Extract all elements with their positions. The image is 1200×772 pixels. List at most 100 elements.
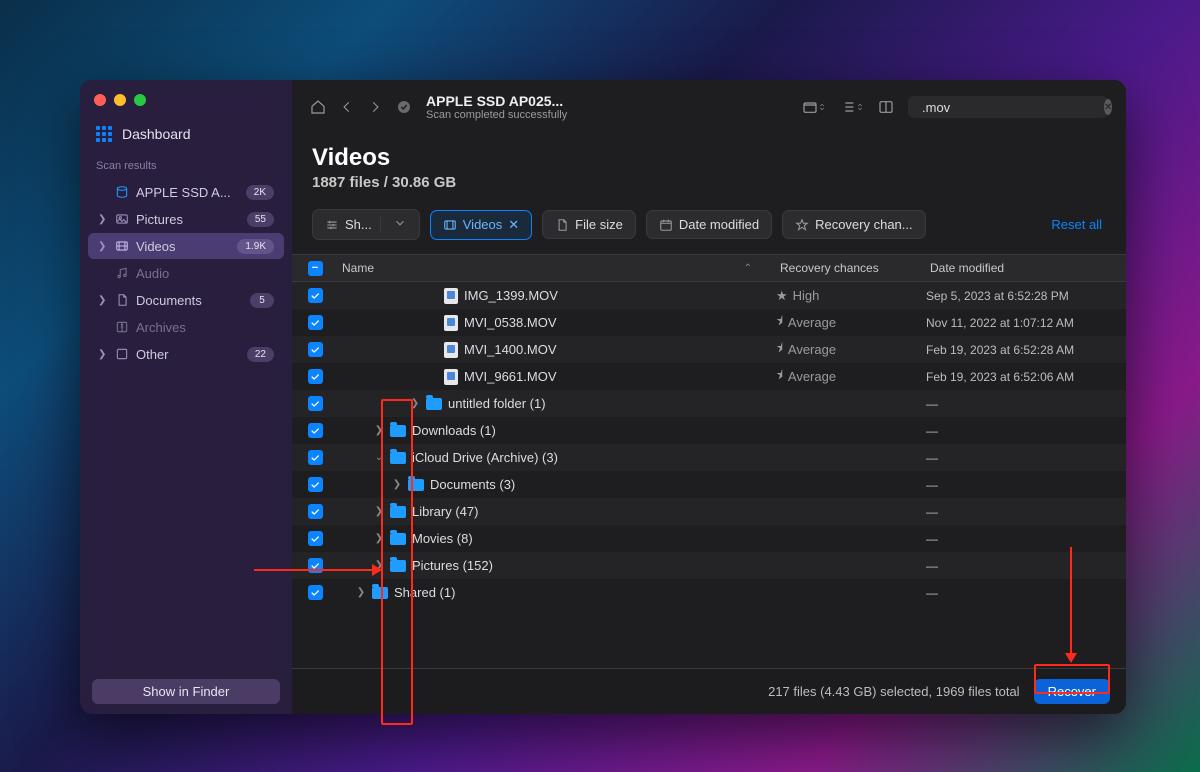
forward-button[interactable] <box>368 100 382 114</box>
file-name-label: MVI_9661.MOV <box>464 369 557 384</box>
folder-row[interactable]: ❯Pictures (152)— <box>292 552 1126 579</box>
sidebar-item-disk[interactable]: ❯APPLE SSD A...2K <box>88 179 284 205</box>
close-window-button[interactable] <box>94 94 106 106</box>
show-filter-chip[interactable]: Sh... <box>312 209 420 240</box>
disclosure-right-icon[interactable]: ❯ <box>410 398 420 409</box>
show-in-finder-button[interactable]: Show in Finder <box>92 679 280 704</box>
date-label: — <box>926 424 1126 438</box>
file-row[interactable]: MVI_0538.MOV⯨AverageNov 11, 2022 at 1:07… <box>292 309 1126 336</box>
dashboard-link[interactable]: Dashboard <box>80 120 292 156</box>
content-area: APPLE SSD AP025... Scan completed succes… <box>292 80 1126 714</box>
audio-icon <box>114 265 130 281</box>
sidebar-item-documents[interactable]: ❯Documents5 <box>88 287 284 313</box>
page-subtitle: 1887 files / 30.86 GB <box>312 174 1106 191</box>
row-checkbox[interactable] <box>308 585 323 600</box>
file-name-label: Documents (3) <box>430 477 515 492</box>
sidebar-item-label: Archives <box>136 320 274 335</box>
sidebar-item-badge: 2K <box>246 185 274 200</box>
file-row[interactable]: IMG_1399.MOV★HighSep 5, 2023 at 6:52:28 … <box>292 282 1126 309</box>
archives-icon <box>114 319 130 335</box>
row-checkbox[interactable] <box>308 477 323 492</box>
folder-row[interactable]: ⌄iCloud Drive (Archive) (3)— <box>292 444 1126 471</box>
sidebar-item-pictures[interactable]: ❯Pictures55 <box>88 206 284 232</box>
row-checkbox[interactable] <box>308 396 323 411</box>
status-check-icon <box>396 99 412 115</box>
file-icon <box>555 218 569 232</box>
column-recovery-header[interactable]: Recovery chances <box>776 255 926 281</box>
view-split-button[interactable] <box>878 99 894 115</box>
videos-filter-chip[interactable]: Videos ✕ <box>430 210 532 240</box>
reset-filters-link[interactable]: Reset all <box>1051 217 1106 232</box>
sidebar-item-label: Documents <box>136 293 244 308</box>
date-label: Feb 19, 2023 at 6:52:28 AM <box>926 343 1126 357</box>
minimize-window-button[interactable] <box>114 94 126 106</box>
chevron-down-icon <box>393 216 407 230</box>
sidebar-item-archives[interactable]: ❯Archives <box>88 314 284 340</box>
window-controls <box>80 92 292 120</box>
row-checkbox[interactable] <box>308 315 323 330</box>
view-folder-button[interactable] <box>802 99 826 115</box>
row-checkbox[interactable] <box>308 504 323 519</box>
search-input[interactable] <box>922 100 1098 115</box>
scan-status-label: Scan completed successfully <box>426 109 606 121</box>
toolbar: APPLE SSD AP025... Scan completed succes… <box>292 80 1126 130</box>
file-name-label: Library (47) <box>412 504 478 519</box>
row-checkbox[interactable] <box>308 369 323 384</box>
row-checkbox[interactable] <box>308 531 323 546</box>
row-checkbox[interactable] <box>308 558 323 573</box>
row-checkbox[interactable] <box>308 342 323 357</box>
recover-button[interactable]: Recover <box>1034 679 1110 704</box>
view-list-button[interactable] <box>840 99 864 115</box>
column-date-header[interactable]: Date modified <box>926 255 1126 281</box>
sidebar-item-badge: 55 <box>247 212 274 227</box>
folder-icon <box>390 506 406 518</box>
clear-search-button[interactable]: ✕ <box>1104 99 1112 115</box>
file-name-label: iCloud Drive (Archive) (3) <box>412 450 558 465</box>
disclosure-right-icon[interactable]: ❯ <box>374 560 384 571</box>
disclosure-right-icon[interactable]: ❯ <box>374 506 384 517</box>
file-row[interactable]: MVI_9661.MOV⯨AverageFeb 19, 2023 at 6:52… <box>292 363 1126 390</box>
folder-row[interactable]: ❯Shared (1)— <box>292 579 1126 606</box>
sidebar-item-other[interactable]: ❯Other22 <box>88 341 284 367</box>
sidebar-item-audio[interactable]: ❯Audio <box>88 260 284 286</box>
remove-filter-icon[interactable]: ✕ <box>508 217 519 233</box>
date-modified-filter-chip[interactable]: Date modified <box>646 210 772 239</box>
folder-row[interactable]: ❯untitled folder (1)— <box>292 390 1126 417</box>
date-label: Sep 5, 2023 at 6:52:28 PM <box>926 289 1126 303</box>
folder-row[interactable]: ❯Movies (8)— <box>292 525 1126 552</box>
sidebar-item-badge: 1.9K <box>237 239 274 254</box>
dashboard-label: Dashboard <box>122 126 191 142</box>
date-label: — <box>926 559 1126 573</box>
file-row[interactable]: MVI_1400.MOV⯨AverageFeb 19, 2023 at 6:52… <box>292 336 1126 363</box>
file-name-label: Movies (8) <box>412 531 473 546</box>
star-icon: ★ <box>776 288 788 304</box>
disclosure-right-icon[interactable]: ❯ <box>392 479 402 490</box>
select-all-checkbox[interactable]: − <box>308 261 323 276</box>
file-name-label: IMG_1399.MOV <box>464 288 558 303</box>
disclosure-down-icon[interactable]: ⌄ <box>374 452 384 463</box>
home-button[interactable] <box>310 99 326 115</box>
row-checkbox[interactable] <box>308 288 323 303</box>
file-name-label: untitled folder (1) <box>448 396 546 411</box>
search-field[interactable]: ✕ <box>908 96 1108 118</box>
folder-icon <box>372 587 388 599</box>
disclosure-right-icon[interactable]: ❯ <box>356 587 366 598</box>
folder-icon <box>408 479 424 491</box>
star-icon: ⯨ <box>776 312 783 334</box>
folder-row[interactable]: ❯Documents (3)— <box>292 471 1126 498</box>
sidebar-item-videos[interactable]: ❯Videos1.9K <box>88 233 284 259</box>
disclosure-right-icon[interactable]: ❯ <box>374 533 384 544</box>
folder-row[interactable]: ❯Library (47)— <box>292 498 1126 525</box>
disclosure-right-icon[interactable]: ❯ <box>374 425 384 436</box>
column-name-header[interactable]: Name⌃ <box>338 255 776 281</box>
row-checkbox[interactable] <box>308 450 323 465</box>
recovery-chance-filter-chip[interactable]: Recovery chan... <box>782 210 926 239</box>
page-title: Videos <box>312 144 1106 172</box>
back-button[interactable] <box>340 100 354 114</box>
file-size-filter-chip[interactable]: File size <box>542 210 636 239</box>
title-area: APPLE SSD AP025... Scan completed succes… <box>426 93 606 121</box>
sidebar-item-badge: 22 <box>247 347 274 362</box>
row-checkbox[interactable] <box>308 423 323 438</box>
maximize-window-button[interactable] <box>134 94 146 106</box>
folder-row[interactable]: ❯Downloads (1)— <box>292 417 1126 444</box>
